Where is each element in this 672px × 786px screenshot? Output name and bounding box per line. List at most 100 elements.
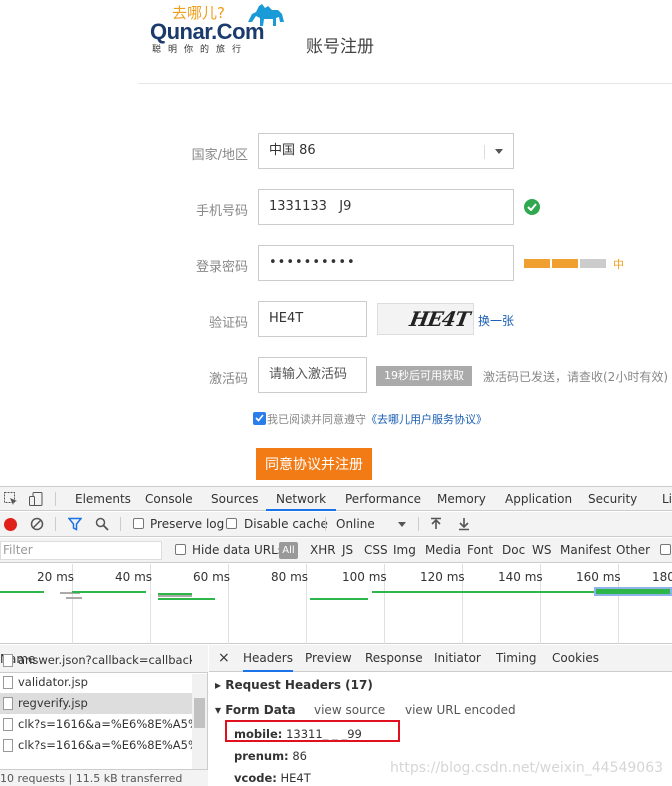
tab-response[interactable]: Response <box>365 645 423 672</box>
filter-media[interactable]: Media <box>425 543 461 557</box>
filter-all-button[interactable]: All <box>279 542 298 559</box>
filter-xhr[interactable]: XHR <box>310 543 336 557</box>
network-overview-timeline[interactable]: 20 ms 40 ms 60 ms 80 ms 100 ms 120 ms 14… <box>0 564 672 644</box>
tab-cookies[interactable]: Cookies <box>552 645 599 672</box>
filter-js[interactable]: JS <box>342 543 353 557</box>
tab-elements[interactable]: Elements <box>75 487 131 511</box>
preserve-log-label: Preserve log <box>150 517 225 531</box>
filter-img[interactable]: Img <box>393 543 416 557</box>
strength-bar-1 <box>524 259 550 268</box>
request-name: regverify.jsp <box>18 696 88 710</box>
hide-data-urls-checkbox[interactable] <box>175 544 186 555</box>
filter-icon[interactable] <box>68 517 82 531</box>
request-row[interactable]: validator.jsp <box>0 672 192 693</box>
chevron-down-icon[interactable] <box>495 149 503 154</box>
strength-bar-3 <box>580 259 606 268</box>
preserve-log-checkbox[interactable] <box>133 518 144 529</box>
view-url-encoded-link[interactable]: view URL encoded <box>405 703 516 717</box>
toolbar-separator <box>325 517 326 531</box>
scrollbar-thumb[interactable] <box>194 698 205 728</box>
disable-cache-checkbox[interactable] <box>226 518 237 529</box>
terms-link[interactable]: 《去哪儿用户服务协议》 <box>366 413 487 426</box>
tabbar-separator <box>55 492 56 506</box>
tab-timing[interactable]: Timing <box>496 645 537 672</box>
timeline-tick: 20 ms <box>37 570 75 584</box>
form-data-section[interactable]: ▾ Form Data <box>215 703 296 717</box>
import-har-icon[interactable] <box>430 517 442 531</box>
agree-checkbox[interactable] <box>253 412 266 425</box>
filter-font[interactable]: Font <box>467 543 493 557</box>
tab-headers[interactable]: Headers <box>243 645 293 672</box>
timeline-bar <box>310 598 368 600</box>
file-icon <box>3 718 13 731</box>
toolbar-separator <box>418 517 419 531</box>
country-select[interactable]: 中国 86 <box>258 133 514 169</box>
timeline-bar <box>72 591 146 593</box>
get-code-button[interactable]: 19秒后可用获取 <box>376 366 472 386</box>
throttle-select[interactable]: Online <box>336 517 375 531</box>
request-headers-section[interactable]: ▸ Request Headers (17) <box>215 678 373 692</box>
toolbar-separator <box>55 517 56 531</box>
request-name: clk?s=1616&a=%E6%8E%A5%E5 <box>18 717 192 731</box>
tab-security[interactable]: Security <box>588 487 637 511</box>
captcha-input[interactable]: HE4T <box>258 301 367 337</box>
chevron-down-icon[interactable] <box>398 522 406 527</box>
refresh-captcha-link[interactable]: 换一张 <box>478 312 514 329</box>
filter-css[interactable]: CSS <box>364 543 388 557</box>
close-icon[interactable]: × <box>218 645 230 672</box>
tab-network[interactable]: Network <box>266 487 337 511</box>
device-toolbar-icon[interactable] <box>28 491 44 507</box>
phone-input[interactable]: 1331133 J9 <box>258 189 514 225</box>
disable-cache-label: Disable cache <box>244 517 328 531</box>
tab-performance[interactable]: Performance <box>345 487 421 511</box>
network-toolbar: Preserve log Disable cache Online <box>0 512 672 537</box>
logo-slogan: 聪明你的旅行 <box>152 45 249 55</box>
clear-icon[interactable] <box>30 517 44 531</box>
view-source-link[interactable]: view source <box>314 703 385 717</box>
tab-console[interactable]: Console <box>145 487 193 511</box>
request-row[interactable]: clk?s=1616&a=%E6%8E%A5%E5 <box>0 735 192 756</box>
tab-preview[interactable]: Preview <box>305 645 352 672</box>
filter-manifest[interactable]: Manifest <box>560 543 611 557</box>
record-icon[interactable] <box>4 518 17 531</box>
request-row[interactable]: regverify.jsp <box>0 693 192 714</box>
request-row[interactable]: answer.json?callback=callback_1 <box>0 652 192 668</box>
captcha-image[interactable]: HE4T <box>377 303 474 335</box>
file-icon <box>3 697 13 710</box>
password-input[interactable]: •••••••••• <box>258 245 514 281</box>
timeline-tick: 160 ms <box>576 570 621 584</box>
agree-label: 我已阅读并同意遵守 <box>267 413 366 426</box>
request-row[interactable]: clk?s=1616&a=%E6%8E%A5%E5 <box>0 714 192 735</box>
form-field-vcode: vcode: HE4T <box>234 771 311 785</box>
agree-text: 我已阅读并同意遵守《去哪儿用户服务协议》 <box>267 411 487 427</box>
network-filterbar: Filter Hide data URLs All XHR JS CSS Img… <box>0 538 672 563</box>
inspect-element-icon[interactable] <box>3 491 19 507</box>
activation-input[interactable]: 请输入激活码 <box>258 357 367 393</box>
captcha-value: HE4T <box>269 311 304 326</box>
password-label: 登录密码 <box>195 260 248 275</box>
file-icon <box>3 739 13 752</box>
strength-level-text: 中 <box>613 258 624 271</box>
filter-ws[interactable]: WS <box>532 543 551 557</box>
timeline-tick: 140 ms <box>498 570 543 584</box>
timeline-selected-bar <box>594 587 672 596</box>
export-har-icon[interactable] <box>458 517 470 531</box>
search-icon[interactable] <box>95 517 109 531</box>
register-button[interactable]: 同意协议并注册 <box>256 448 372 480</box>
tab-memory[interactable]: Memory <box>437 487 486 511</box>
request-summary: 10 requests | 11.5 kB transferred <box>0 769 208 786</box>
tab-application[interactable]: Application <box>505 487 572 511</box>
filter-input[interactable]: Filter <box>0 541 162 560</box>
tab-sources[interactable]: Sources <box>211 487 258 511</box>
filter-doc[interactable]: Doc <box>502 543 525 557</box>
tab-lighthouse[interactable]: Li <box>662 487 672 511</box>
country-value: 中国 86 <box>269 143 316 158</box>
timeline-tick: 120 ms <box>420 570 465 584</box>
qunar-logo[interactable]: 去哪儿? Qunar.Com 聪明你的旅行 <box>150 2 290 55</box>
request-list-scrollbar[interactable] <box>192 674 207 769</box>
captcha-image-text: HE4T <box>407 307 472 331</box>
tab-initiator[interactable]: Initiator <box>434 645 481 672</box>
filter-other[interactable]: Other <box>616 543 650 557</box>
field-value: HE4T <box>280 771 311 785</box>
blocked-requests-checkbox[interactable] <box>660 544 671 555</box>
